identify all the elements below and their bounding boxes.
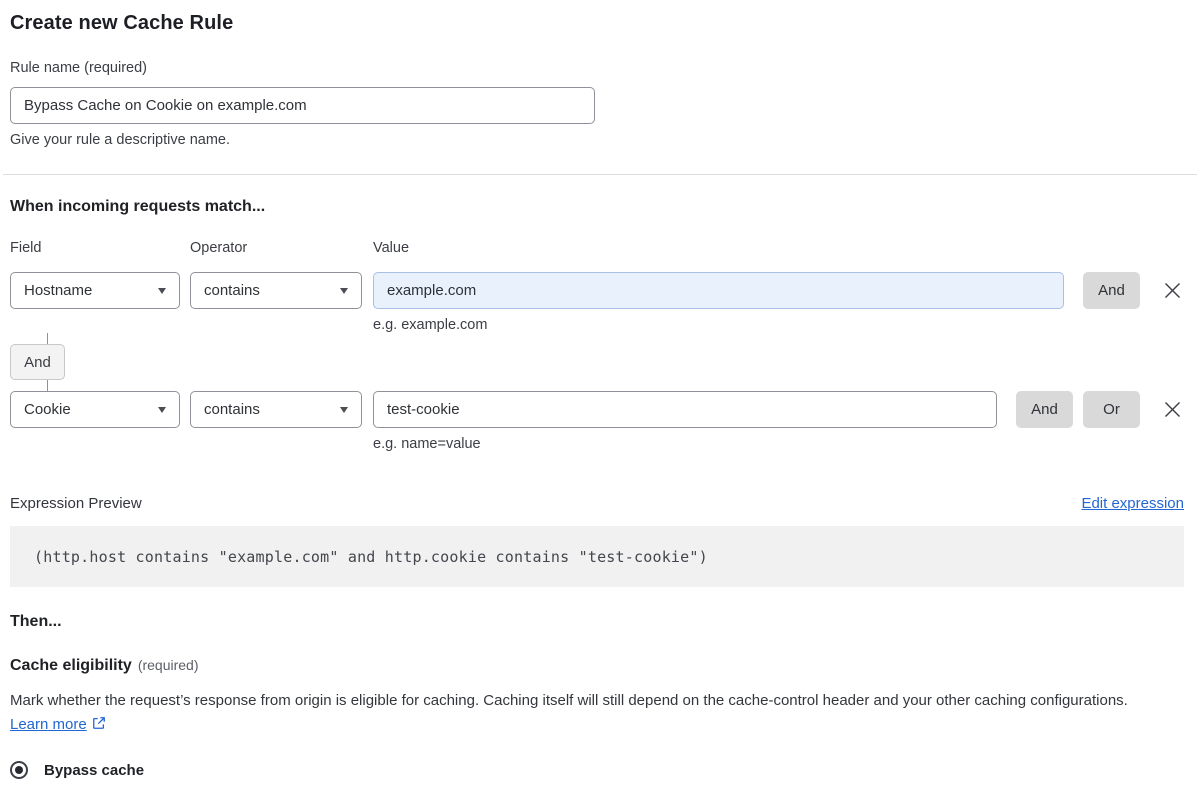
close-icon	[1164, 283, 1180, 298]
value-group: e.g. example.com	[373, 272, 1064, 333]
page-title: Create new Cache Rule	[10, 12, 234, 34]
expression-header: Expression Preview Edit expression	[10, 495, 1184, 512]
expression-code: (http.host contains "example.com" and ht…	[10, 526, 1184, 587]
operator-select[interactable]: contains	[190, 391, 362, 428]
section-divider	[3, 174, 1197, 175]
cache-eligibility-description: Mark whether the request’s response from…	[10, 689, 1184, 737]
close-icon	[1164, 402, 1180, 417]
then-heading: Then...	[10, 613, 62, 630]
learn-more-link[interactable]: Learn more	[10, 716, 87, 733]
rule-name-input[interactable]	[10, 87, 595, 124]
and-button[interactable]: And	[1083, 272, 1140, 309]
required-note: (required)	[137, 657, 199, 673]
condition-connector: And	[10, 333, 1184, 391]
chevron-down-icon	[158, 406, 166, 413]
radio-selected-icon[interactable]	[10, 761, 28, 779]
value-column-label: Value	[373, 240, 410, 256]
description-text: Mark whether the request’s response from…	[10, 692, 1128, 709]
value-input[interactable]	[373, 272, 1064, 309]
radio-option-bypass-cache[interactable]: Bypass cache	[10, 761, 1184, 779]
remove-condition-button[interactable]	[1160, 272, 1184, 309]
chevron-down-icon	[158, 287, 166, 294]
connector-and-button[interactable]: And	[10, 344, 65, 380]
value-hint: e.g. name=value	[373, 436, 481, 452]
or-button[interactable]: Or	[1083, 391, 1140, 428]
condition-row: Hostname contains e.g. example.com And	[10, 272, 1184, 333]
match-heading: When incoming requests match...	[10, 198, 266, 215]
operator-select[interactable]: contains	[190, 272, 362, 309]
cache-eligibility-heading: Cache eligibility (required)	[10, 657, 1184, 675]
remove-condition-button[interactable]	[1160, 391, 1184, 428]
field-select-value: Hostname	[24, 282, 93, 299]
and-button[interactable]: And	[1016, 391, 1073, 428]
external-link-icon	[92, 717, 105, 729]
create-cache-rule-page: Create new Cache Rule Rule name (require…	[0, 0, 1200, 793]
connector-line	[47, 380, 48, 391]
operator-select-value: contains	[204, 401, 260, 418]
condition-column-headers: Field Operator Value	[10, 240, 1184, 257]
operator-select-value: contains	[204, 282, 260, 299]
edit-expression-link[interactable]: Edit expression	[1081, 495, 1184, 512]
field-select-value: Cookie	[24, 401, 71, 418]
value-group: e.g. name=value	[373, 391, 997, 452]
rule-name-helper: Give your rule a descriptive name.	[10, 132, 231, 148]
condition-row: Cookie contains e.g. name=value And Or	[10, 391, 1184, 452]
chevron-down-icon	[340, 406, 348, 413]
rule-name-label: Rule name (required)	[10, 60, 148, 76]
value-input[interactable]	[373, 391, 997, 428]
field-select[interactable]: Hostname	[10, 272, 180, 309]
connector-line	[47, 333, 48, 344]
radio-label: Bypass cache	[44, 761, 145, 779]
cache-eligibility-title: Cache eligibility	[10, 657, 132, 674]
expression-preview-label: Expression Preview	[10, 495, 142, 512]
operator-column-label: Operator	[190, 240, 248, 256]
chevron-down-icon	[340, 287, 348, 294]
field-column-label: Field	[10, 240, 42, 256]
field-select[interactable]: Cookie	[10, 391, 180, 428]
value-hint: e.g. example.com	[373, 317, 488, 333]
